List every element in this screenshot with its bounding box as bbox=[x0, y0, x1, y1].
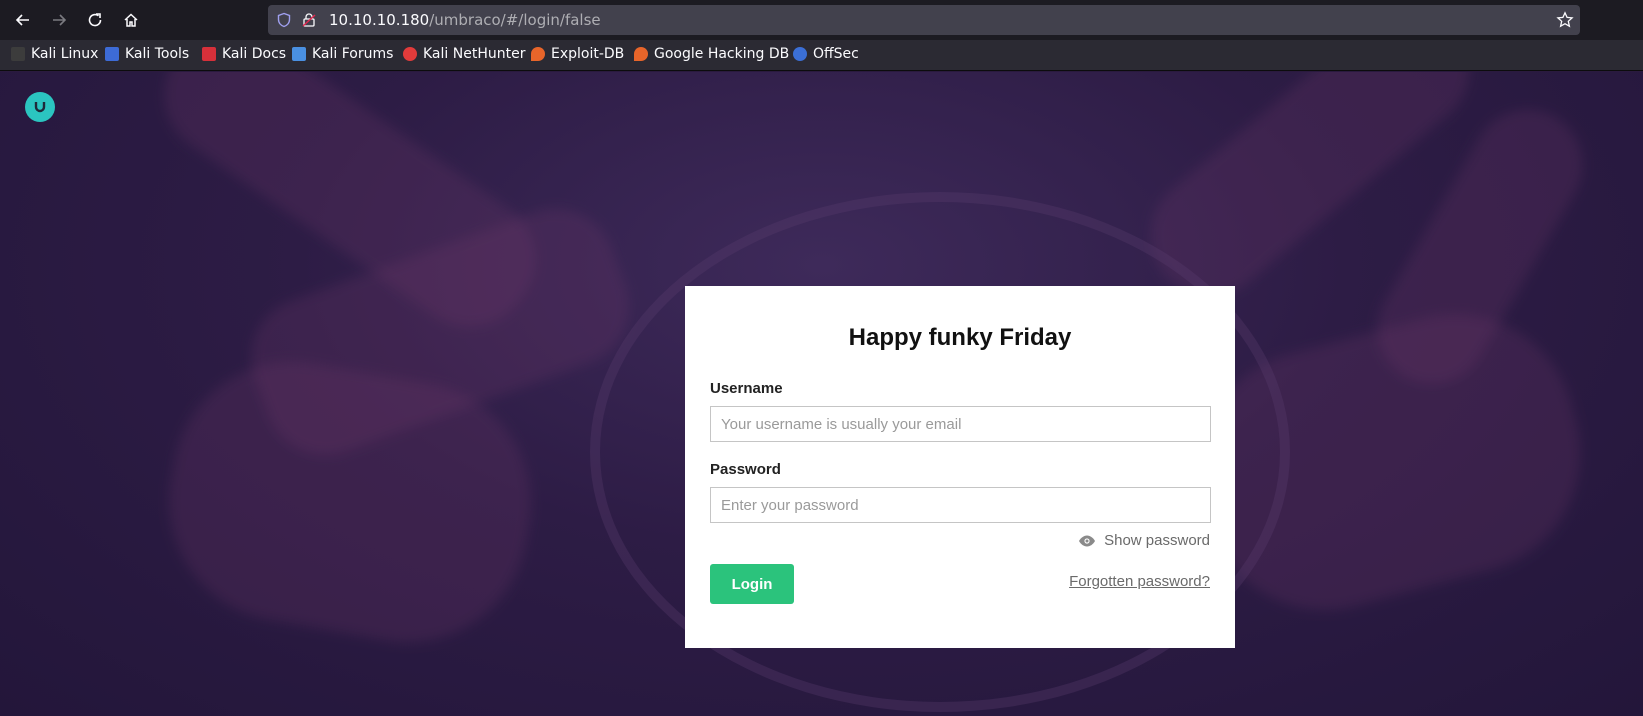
username-label: Username bbox=[710, 380, 783, 397]
password-label: Password bbox=[710, 461, 781, 478]
bookmark-label: Kali NetHunter bbox=[423, 46, 526, 62]
umbraco-logo bbox=[25, 92, 55, 122]
kali-dragon-icon bbox=[11, 47, 25, 61]
url-bar[interactable]: 10.10.10.180/umbraco/#/login/false bbox=[268, 5, 1580, 35]
ghdb-icon bbox=[634, 47, 648, 61]
eye-icon bbox=[1079, 535, 1096, 546]
forward-arrow-icon bbox=[53, 14, 67, 26]
exploit-db-icon bbox=[531, 47, 545, 61]
url-path: /umbraco/#/login/false bbox=[429, 11, 601, 29]
browser-toolbar: 10.10.10.180/umbraco/#/login/false bbox=[0, 0, 1643, 40]
bookmark-label: Exploit-DB bbox=[551, 46, 625, 62]
show-password-toggle[interactable]: Show password bbox=[1078, 532, 1210, 549]
show-password-label: Show password bbox=[1104, 532, 1210, 549]
insecure-lock-icon[interactable] bbox=[301, 12, 317, 28]
bookmark-google-hacking-db[interactable]: Google Hacking DB bbox=[634, 46, 789, 62]
url-host: 10.10.10.180 bbox=[329, 11, 430, 29]
home-button[interactable] bbox=[119, 8, 143, 32]
login-page: Happy funky Friday Username Password Sho… bbox=[0, 72, 1643, 716]
bookmark-label: Kali Forums bbox=[312, 46, 394, 62]
bookmark-label: Kali Linux bbox=[31, 46, 99, 62]
bookmark-kali-nethunter[interactable]: Kali NetHunter bbox=[403, 46, 525, 62]
kali-docs-icon bbox=[202, 47, 216, 61]
bookmark-kali-docs[interactable]: Kali Docs bbox=[202, 46, 286, 62]
bookmark-kali-linux[interactable]: Kali Linux bbox=[11, 46, 98, 62]
forgotten-password-link[interactable]: Forgotten password? bbox=[1069, 573, 1210, 590]
login-card: Happy funky Friday Username Password Sho… bbox=[685, 286, 1235, 648]
bookmark-kali-tools[interactable]: Kali Tools bbox=[105, 46, 189, 62]
bookmarks-toolbar: Kali Linux Kali Tools Kali Docs Kali For… bbox=[0, 40, 1643, 71]
back-arrow-icon bbox=[15, 14, 29, 26]
login-greeting: Happy funky Friday bbox=[848, 324, 1072, 351]
bookmark-label: Google Hacking DB bbox=[654, 46, 790, 62]
kali-forums-icon bbox=[292, 47, 306, 61]
password-field[interactable] bbox=[710, 487, 1211, 523]
umbraco-u-icon bbox=[34, 102, 46, 113]
tracking-shield-icon[interactable] bbox=[276, 12, 292, 28]
username-field[interactable] bbox=[710, 406, 1211, 442]
reload-button[interactable] bbox=[83, 8, 107, 32]
login-button[interactable]: Login bbox=[710, 564, 794, 604]
bookmark-exploit-db[interactable]: Exploit-DB bbox=[531, 46, 624, 62]
nethunter-icon bbox=[403, 47, 417, 61]
reload-icon bbox=[88, 13, 102, 27]
home-icon bbox=[124, 13, 138, 27]
back-button[interactable] bbox=[11, 8, 35, 32]
bookmark-offsec[interactable]: OffSec bbox=[793, 46, 859, 62]
forward-button[interactable] bbox=[47, 8, 71, 32]
bookmark-label: Kali Docs bbox=[222, 46, 287, 62]
kali-tools-icon bbox=[105, 47, 119, 61]
offsec-icon bbox=[793, 47, 807, 61]
bookmark-star-icon[interactable] bbox=[1556, 11, 1574, 29]
url-text: 10.10.10.180/umbraco/#/login/false bbox=[329, 11, 601, 29]
bookmark-label: OffSec bbox=[813, 46, 859, 62]
bookmark-kali-forums[interactable]: Kali Forums bbox=[292, 46, 393, 62]
bookmark-label: Kali Tools bbox=[125, 46, 190, 62]
